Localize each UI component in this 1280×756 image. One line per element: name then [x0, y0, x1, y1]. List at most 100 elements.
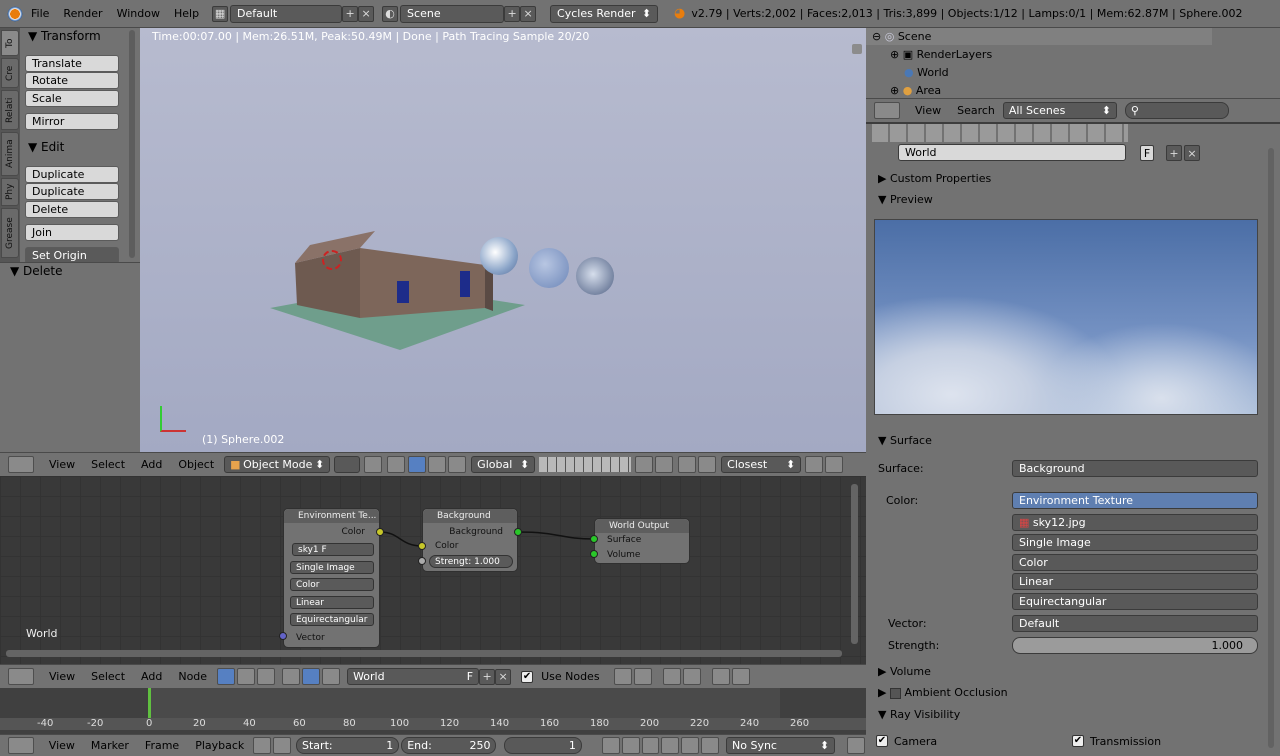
compositor-tree-icon[interactable] [237, 668, 256, 685]
opengl-render-icon[interactable] [825, 456, 844, 473]
sync-mode-select[interactable]: No Sync ⬍ [726, 737, 836, 754]
remove-scene-icon[interactable]: × [520, 5, 537, 22]
ao-checkbox[interactable] [889, 687, 901, 699]
node-editor[interactable]: Environment Te... Color sky1 F Single Im… [0, 476, 866, 664]
image-projection-select[interactable]: Single Image [1012, 534, 1258, 551]
node-menu-node[interactable]: Node [170, 670, 215, 683]
snap-toggle-icon[interactable] [698, 456, 717, 473]
snap-node-icon[interactable] [662, 668, 681, 685]
node-editor-type-icon[interactable] [8, 668, 34, 685]
bg-strength-socket[interactable] [418, 557, 426, 565]
use-nodes-checkbox[interactable]: ✔ [521, 670, 534, 683]
add-scene-icon[interactable]: + [504, 5, 521, 22]
object-shader-icon[interactable] [282, 668, 301, 685]
camera-ray-checkbox[interactable]: ✔ [876, 735, 888, 747]
outliner-menu-view[interactable]: View [907, 104, 949, 117]
image-mapping-select[interactable]: Equirectangular [1012, 593, 1258, 610]
editor-type-icon[interactable] [8, 456, 34, 473]
ray-visibility-panel-header[interactable]: ▼ Ray Visibility [878, 708, 960, 721]
outliner-row-scene[interactable]: ⊖ ◎ Scene [866, 28, 1212, 45]
tab-animation[interactable]: Anima [1, 132, 19, 176]
scale-button[interactable]: Scale [25, 90, 119, 107]
env-mapping-select[interactable]: Equirectangular [290, 613, 374, 626]
image-datablock-field[interactable]: ▦ sky12.jpg [1012, 514, 1258, 531]
jump-end-icon[interactable] [701, 737, 720, 754]
env-projection-select[interactable]: Single Image [290, 561, 374, 574]
snap-target-select[interactable]: Closest ⬍ [721, 456, 802, 473]
timeline-menu-marker[interactable]: Marker [83, 739, 137, 752]
3d-viewport[interactable]: Time:00:07.00 | Mem:26.51M, Peak:50.49M … [140, 28, 866, 452]
end-frame-field[interactable]: End: 250 [401, 737, 497, 754]
lock-range-icon[interactable] [273, 737, 292, 754]
timeline-editor-type-icon[interactable] [8, 737, 34, 754]
bg-strength-field[interactable]: Strengt: 1.000 [429, 555, 513, 568]
rotate-manip-icon[interactable] [428, 456, 447, 473]
outliner-row-area[interactable]: ⊕ ● Area [890, 82, 941, 99]
delete-operator-header[interactable]: ▼ Delete [10, 264, 62, 278]
vector-input-select[interactable]: Default [1012, 615, 1258, 632]
strength-slider[interactable]: 1.000 [1012, 637, 1258, 654]
current-frame-field[interactable]: 1 [504, 737, 582, 754]
menu-window[interactable]: Window [110, 7, 167, 20]
add-world-datablock-icon[interactable]: + [1166, 145, 1182, 161]
tab-physics[interactable]: Phy [1, 178, 19, 206]
pivot-icon[interactable] [364, 456, 383, 473]
tab-create[interactable]: Cre [1, 58, 19, 88]
render-preview-icon[interactable] [805, 456, 824, 473]
layer-buttons[interactable] [539, 457, 632, 472]
jump-start-icon[interactable] [601, 737, 620, 754]
output-volume-socket[interactable] [590, 550, 598, 558]
prev-keyframe-icon[interactable] [621, 737, 640, 754]
node-menu-select[interactable]: Select [83, 670, 133, 683]
custom-properties-panel-header[interactable]: ▶ Custom Properties [878, 172, 991, 185]
volume-panel-header[interactable]: ▶ Volume [878, 665, 931, 678]
snap-element-icon[interactable] [682, 668, 701, 685]
background-node[interactable]: Background Background Color Strengt: 1.0… [422, 508, 518, 572]
env-colorspace-select[interactable]: Color [290, 578, 374, 591]
tab-tools[interactable]: To [1, 30, 19, 56]
timeline-menu-view[interactable]: View [41, 739, 83, 752]
scale-manip-icon[interactable] [448, 456, 467, 473]
transmission-ray-checkbox[interactable]: ✔ [1072, 735, 1084, 747]
shading-select[interactable] [334, 456, 361, 473]
3d-cursor-icon[interactable] [322, 250, 342, 270]
pin-icon[interactable] [633, 668, 652, 685]
env-color-socket[interactable] [376, 528, 384, 536]
join-button[interactable]: Join [25, 224, 119, 241]
manipulator-toggle-icon[interactable] [387, 456, 406, 473]
timeline[interactable]: -40 -20 0 20 40 60 80 100 120 140 160 18… [0, 688, 866, 734]
node-menu-add[interactable]: Add [133, 670, 170, 683]
play-reverse-icon[interactable] [641, 737, 660, 754]
mode-select[interactable]: ■ Object Mode ⬍ [224, 456, 331, 473]
preview-panel-header[interactable]: ▼ Preview [878, 193, 933, 206]
unlink-world-icon[interactable]: × [1184, 145, 1200, 161]
outliner-editor-type-icon[interactable] [874, 102, 900, 119]
duplicate-linked-button[interactable]: Duplicate Linked [25, 183, 119, 213]
bg-output-socket[interactable] [514, 528, 522, 536]
viewport-plus-icon[interactable] [852, 44, 862, 54]
copy-nodes-icon[interactable] [711, 668, 730, 685]
menu-object[interactable]: Object [170, 458, 222, 471]
texture-tree-icon[interactable] [257, 668, 276, 685]
preview-range-icon[interactable] [253, 737, 272, 754]
toolshelf-scrollbar[interactable] [129, 30, 135, 258]
mirror-button[interactable]: Mirror [25, 113, 119, 130]
output-surface-socket[interactable] [590, 535, 598, 543]
remove-layout-icon[interactable]: × [358, 5, 375, 22]
remove-world-icon[interactable]: × [495, 668, 512, 685]
lock-layer-icon[interactable] [635, 456, 654, 473]
translate-button[interactable]: Translate [25, 55, 119, 72]
node-vscrollbar[interactable] [851, 484, 858, 644]
image-interp-select[interactable]: Linear [1012, 573, 1258, 590]
node-hscrollbar[interactable] [6, 650, 842, 657]
proportional-edit-icon[interactable] [678, 456, 697, 473]
env-image-field[interactable]: sky1 F [292, 543, 374, 556]
outliner-search-input[interactable]: ⚲ [1124, 102, 1229, 119]
start-frame-field[interactable]: Start: 1 [296, 737, 400, 754]
delete-button[interactable]: Delete [25, 201, 119, 218]
world-shader-icon[interactable] [302, 668, 321, 685]
screen-layout-field[interactable]: Default [230, 4, 343, 23]
screen-layout-icon[interactable]: ▦ [212, 5, 229, 22]
duplicate-button[interactable]: Duplicate [25, 166, 119, 183]
node-menu-view[interactable]: View [41, 670, 83, 683]
